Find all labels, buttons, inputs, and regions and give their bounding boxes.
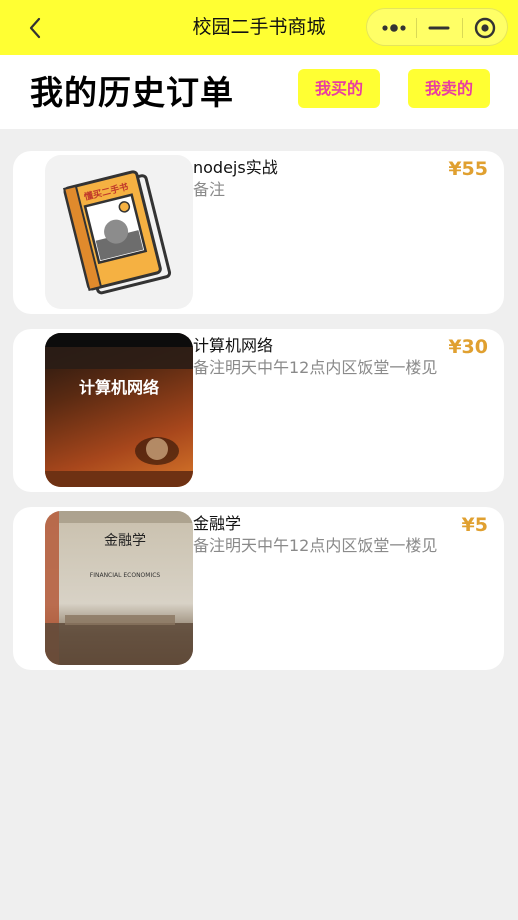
target-circle-icon[interactable] <box>474 17 496 39</box>
tab-bought[interactable]: 我买的 <box>298 69 380 108</box>
capsule-divider <box>416 18 417 38</box>
order-card[interactable]: 金融学 FINANCIAL ECONOMICS 金融学 备注明天中午12点内区饭… <box>13 507 504 670</box>
minimize-icon[interactable] <box>428 19 450 37</box>
price-label: ¥30 <box>448 336 488 358</box>
book-illustration-image: 懂买二手书 <box>45 155 193 309</box>
nav-bar: 校园二手书商城 <box>0 0 518 55</box>
order-note: 备注 <box>193 180 226 199</box>
book-photo-image: 计算机网络 <box>45 333 193 487</box>
capsule-menu <box>366 8 508 46</box>
thumb-subtext: FINANCIAL ECONOMICS <box>90 572 161 579</box>
order-note: 备注明天中午12点内区饭堂一楼见 <box>193 358 438 377</box>
page-header: 我的历史订单 我买的 我卖的 <box>0 55 518 129</box>
page-title: 我的历史订单 <box>30 73 234 112</box>
book-name: 计算机网络 <box>193 336 274 355</box>
capsule-divider <box>462 18 463 38</box>
price-label: ¥5 <box>461 514 488 536</box>
thumb-text: 金融学 <box>104 533 146 549</box>
book-name: 金融学 <box>193 514 242 533</box>
book-photo-image: 金融学 FINANCIAL ECONOMICS <box>45 511 193 665</box>
tab-sold[interactable]: 我卖的 <box>408 69 490 108</box>
more-dots-icon[interactable] <box>381 19 407 37</box>
price-label: ¥55 <box>448 158 488 180</box>
order-card[interactable]: 懂买二手书 nodejs实战 备注 ¥55 <box>13 151 504 314</box>
book-name: nodejs实战 <box>193 158 278 177</box>
order-note: 备注明天中午12点内区饭堂一楼见 <box>193 536 438 555</box>
order-card[interactable]: 计算机网络 计算机网络 备注明天中午12点内区饭堂一楼见 ¥30 <box>13 329 504 492</box>
thumb-text: 计算机网络 <box>79 378 159 397</box>
